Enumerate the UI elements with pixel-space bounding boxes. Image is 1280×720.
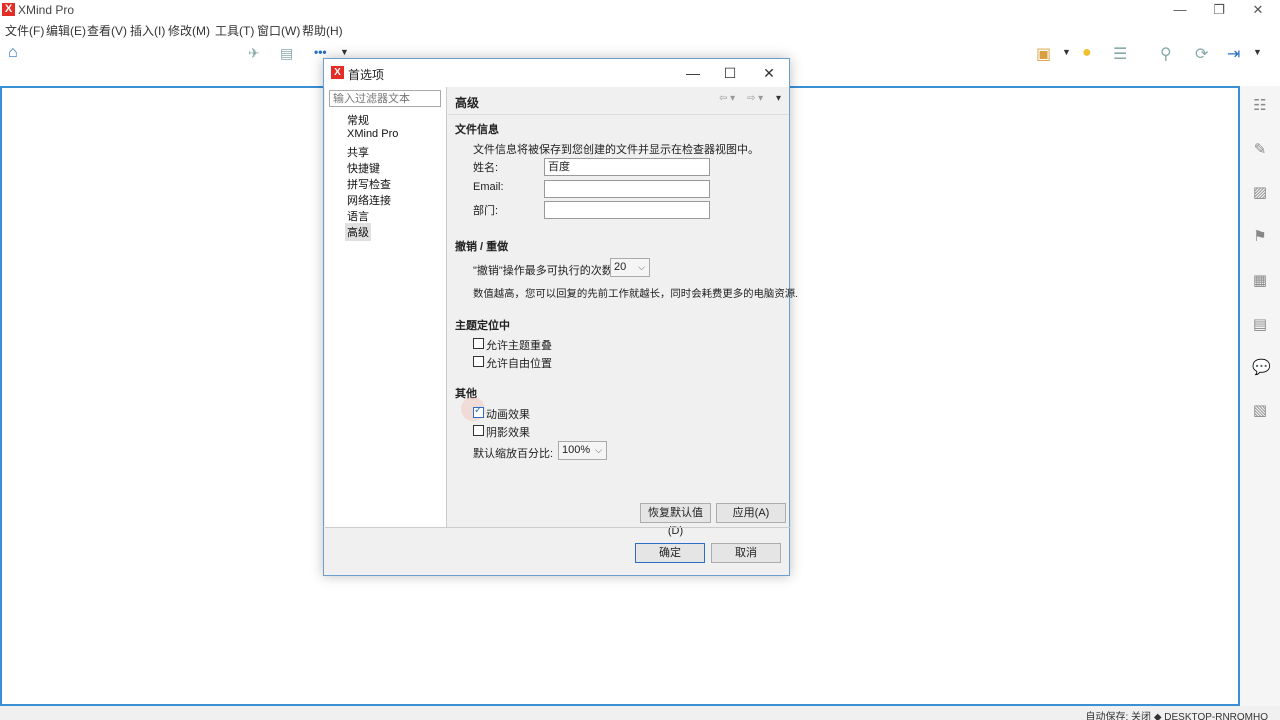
xmind-logo-icon: X [331, 66, 344, 79]
image-icon[interactable]: ▨ [1252, 185, 1268, 201]
notes-icon[interactable]: ▤ [1252, 317, 1268, 333]
style-icon[interactable]: ▦ [1252, 273, 1268, 289]
zoom-value: 100% [562, 444, 591, 456]
menu-modify[interactable]: 修改(M) [168, 22, 210, 39]
lightbulb-icon[interactable]: ● [1082, 44, 1092, 62]
menu-window[interactable]: 窗口(W) [257, 22, 300, 39]
pane-header: 高级 ⇦ ▾ ⇨ ▾ ▾ [448, 87, 789, 115]
back-icon[interactable]: ⇦ ▾ [719, 93, 735, 104]
side-panel: ☷ ✎ ▨ ⚑ ▦ ▤ 💬 ▧ [1240, 86, 1280, 706]
dialog-title-bar[interactable]: X 首选项 — ☐ ✕ [324, 59, 789, 87]
dialog-maximize-button[interactable]: ☐ [718, 63, 742, 83]
nav-item-advanced[interactable]: 高级 [345, 223, 371, 241]
menu-file[interactable]: 文件(F) [5, 22, 44, 39]
menu-edit[interactable]: 编辑(E) [46, 22, 86, 39]
ok-button[interactable]: 确定 [635, 543, 705, 563]
cancel-button[interactable]: 取消 [711, 543, 781, 563]
nav-item-xmind-pro[interactable]: XMind Pro [345, 127, 400, 141]
zoom-select[interactable]: 100% ⌵ [558, 441, 607, 460]
zoom-label: 默认缩放百分比: [473, 448, 554, 460]
dialog-close-button[interactable]: ✕ [757, 63, 781, 83]
allow-overlap-label: 允许主题重叠 [486, 340, 552, 352]
export-icon[interactable]: ⇥ [1227, 44, 1240, 64]
footer-divider [325, 527, 790, 528]
animation-label: 动画效果 [486, 409, 530, 421]
dialog-title: 首选项 [348, 68, 385, 82]
department-field[interactable] [544, 201, 710, 219]
format-brush-icon[interactable]: ✎ [1252, 142, 1268, 158]
preferences-nav-pane: 常规 XMind Pro 共享 快捷键 拼写检查 网络连接 语言 高级 [325, 87, 447, 527]
menu-help[interactable]: 帮助(H) [302, 22, 343, 39]
outline-panel-icon[interactable]: ☷ [1252, 98, 1268, 114]
home-icon[interactable]: ⌂ [8, 44, 18, 62]
status-bar: 自动保存: 关闭 ◆ DESKTOP-RNROMHO [0, 706, 1280, 720]
dropdown-icon[interactable]: ▼ [340, 47, 349, 57]
email-label: Email: [473, 181, 504, 193]
task-icon[interactable]: ▧ [1252, 403, 1268, 419]
preferences-content-pane: 高级 ⇦ ▾ ⇨ ▾ ▾ 文件信息 文件信息将被保存到您创建的文件并显示在检查器… [448, 87, 798, 537]
dialog-minimize-button[interactable]: — [681, 63, 705, 83]
name-label: 姓名: [473, 162, 499, 174]
search-icon[interactable]: ⚲ [1160, 44, 1172, 64]
menu-tools[interactable]: 工具(T) [215, 22, 254, 39]
marker-flag-icon[interactable]: ⚑ [1252, 229, 1268, 245]
department-label: 部门: [473, 205, 499, 217]
note-icon[interactable]: ▤ [280, 45, 293, 62]
status-text: 自动保存: 关闭 ◆ DESKTOP-RNROMHO [1085, 712, 1268, 720]
send-icon[interactable]: ✈ [248, 45, 260, 62]
chevron-down-icon: ⌵ [595, 445, 602, 455]
undo-title: 撤销 / 重做 [455, 241, 509, 253]
app-title: XMind Pro [18, 3, 75, 17]
export-dropdown-icon[interactable]: ▼ [1253, 47, 1262, 57]
apply-button[interactable]: 应用(A) [716, 503, 786, 523]
restore-button[interactable]: ❐ [1201, 0, 1237, 20]
forward-icon[interactable]: ⇨ ▾ [747, 93, 763, 104]
preferences-dialog: X 首选项 — ☐ ✕ 常规 XMind Pro 共享 快捷键 拼写检查 网络连… [323, 58, 798, 576]
menu-insert[interactable]: 插入(I) [130, 22, 165, 39]
shadow-checkbox[interactable] [473, 425, 484, 436]
minimize-button[interactable]: — [1162, 0, 1198, 20]
menu-bar: 文件(F) 编辑(E) 查看(V) 插入(I) 修改(M) 工具(T) 窗口(W… [0, 20, 1280, 38]
undo-label: "撤销"操作最多可执行的次数: [473, 265, 616, 277]
outline-icon[interactable]: ☰ [1113, 44, 1127, 64]
undo-count-select[interactable]: 20 ⌵ [610, 258, 650, 277]
menu-view[interactable]: 查看(V) [87, 22, 127, 39]
topic-position-title: 主题定位中 [455, 320, 510, 332]
share-icon[interactable]: ⟳ [1195, 44, 1208, 64]
file-info-title: 文件信息 [455, 124, 499, 136]
allow-overlap-checkbox[interactable] [473, 338, 484, 349]
filter-input[interactable] [329, 90, 441, 107]
shadow-label: 阴影效果 [486, 427, 530, 439]
name-field[interactable]: 百度 [544, 158, 710, 176]
email-field[interactable] [544, 180, 710, 198]
file-info-desc: 文件信息将被保存到您创建的文件并显示在检查器视图中。 [473, 144, 759, 156]
xmind-logo-icon: X [2, 3, 15, 16]
close-button[interactable]: ✕ [1240, 0, 1276, 20]
page-title: 高级 [455, 96, 480, 110]
comment-icon[interactable]: 💬 [1252, 360, 1271, 376]
chevron-down-icon: ⌵ [638, 262, 645, 272]
presentation-dropdown-icon[interactable]: ▼ [1062, 47, 1071, 57]
undo-desc: 数值越高，您可以回复的先前工作就越长，同时会耗费更多的电脑资源. [473, 289, 798, 300]
more-icon[interactable]: ••• [314, 45, 327, 59]
allow-free-position-checkbox[interactable] [473, 356, 484, 367]
allow-free-position-label: 允许自由位置 [486, 358, 552, 370]
presentation-icon[interactable]: ▣ [1036, 44, 1051, 64]
restore-defaults-button[interactable]: 恢复默认值(D) [640, 503, 711, 537]
undo-count-value: 20 [614, 261, 627, 273]
title-bar: X XMind Pro — ❐ ✕ [0, 0, 1280, 20]
menu-dropdown-icon[interactable]: ▾ [776, 93, 781, 104]
animation-checkbox[interactable] [473, 405, 484, 418]
